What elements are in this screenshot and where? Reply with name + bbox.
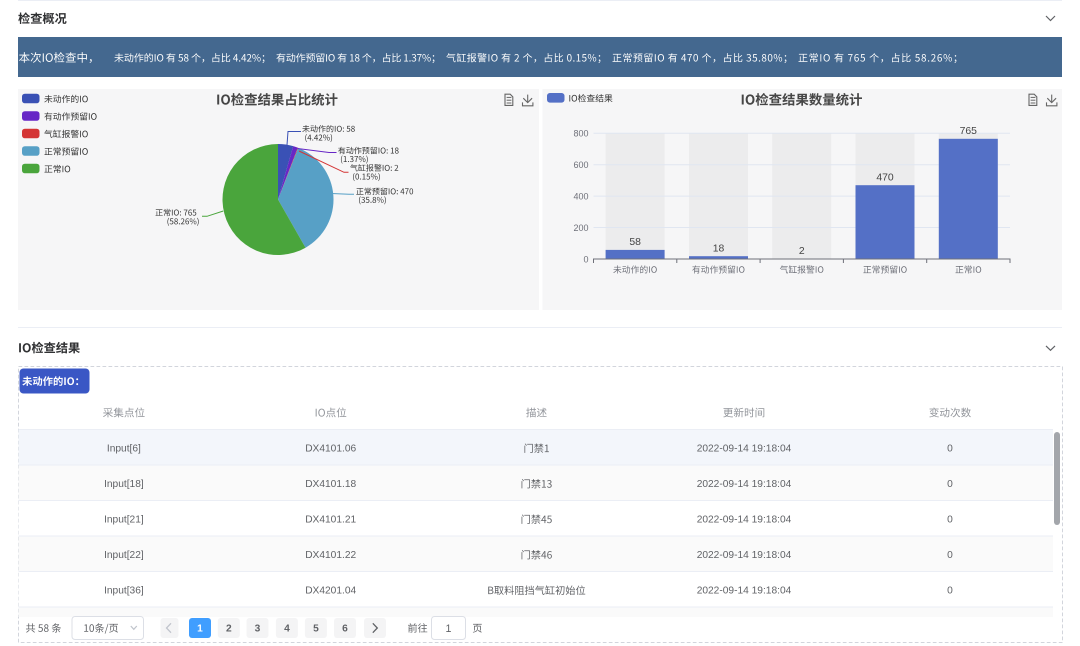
svg-text:DX4101.21: DX4101.21	[305, 515, 356, 526]
svg-text:400: 400	[573, 191, 588, 201]
svg-text:2022-09-14 19:18:04: 2022-09-14 19:18:04	[697, 586, 792, 597]
svg-text:58: 58	[629, 237, 641, 248]
svg-text:0: 0	[583, 254, 588, 264]
svg-text:2: 2	[799, 246, 805, 257]
svg-text:470: 470	[876, 173, 894, 184]
svg-text:Input[36]: Input[36]	[104, 586, 144, 597]
svg-text:DX4201.04: DX4201.04	[305, 586, 356, 597]
svg-text:600: 600	[573, 160, 588, 170]
svg-text:DX4101.06: DX4101.06	[305, 444, 356, 455]
svg-text:2022-09-14 19:18:04: 2022-09-14 19:18:04	[697, 444, 792, 455]
svg-text:0: 0	[947, 586, 953, 597]
svg-text:1: 1	[446, 623, 452, 635]
svg-text:4: 4	[284, 624, 290, 635]
svg-text:Input[22]: Input[22]	[104, 550, 144, 561]
svg-text:6: 6	[342, 624, 348, 635]
svg-text:5: 5	[313, 624, 319, 635]
svg-text:18: 18	[713, 244, 725, 255]
svg-text:0: 0	[947, 479, 953, 490]
svg-text:DX4101.18: DX4101.18	[305, 479, 356, 490]
svg-text:1: 1	[197, 624, 203, 635]
svg-text:2022-09-14 19:18:04: 2022-09-14 19:18:04	[697, 550, 792, 561]
svg-text:200: 200	[573, 223, 588, 233]
svg-text:Input[18]: Input[18]	[104, 479, 144, 490]
svg-text:Input[21]: Input[21]	[104, 515, 144, 526]
svg-text:765: 765	[960, 126, 978, 137]
svg-text:0: 0	[947, 515, 953, 526]
svg-text:0: 0	[947, 444, 953, 455]
svg-text:DX4101.22: DX4101.22	[305, 550, 356, 561]
svg-text:Input[6]: Input[6]	[107, 444, 141, 455]
svg-text:0: 0	[947, 550, 953, 561]
svg-text:3: 3	[255, 624, 261, 635]
svg-text:2: 2	[226, 624, 232, 635]
svg-text:2022-09-14 19:18:04: 2022-09-14 19:18:04	[697, 515, 792, 526]
svg-text:2022-09-14 19:18:04: 2022-09-14 19:18:04	[697, 479, 792, 490]
svg-text:800: 800	[573, 129, 588, 139]
